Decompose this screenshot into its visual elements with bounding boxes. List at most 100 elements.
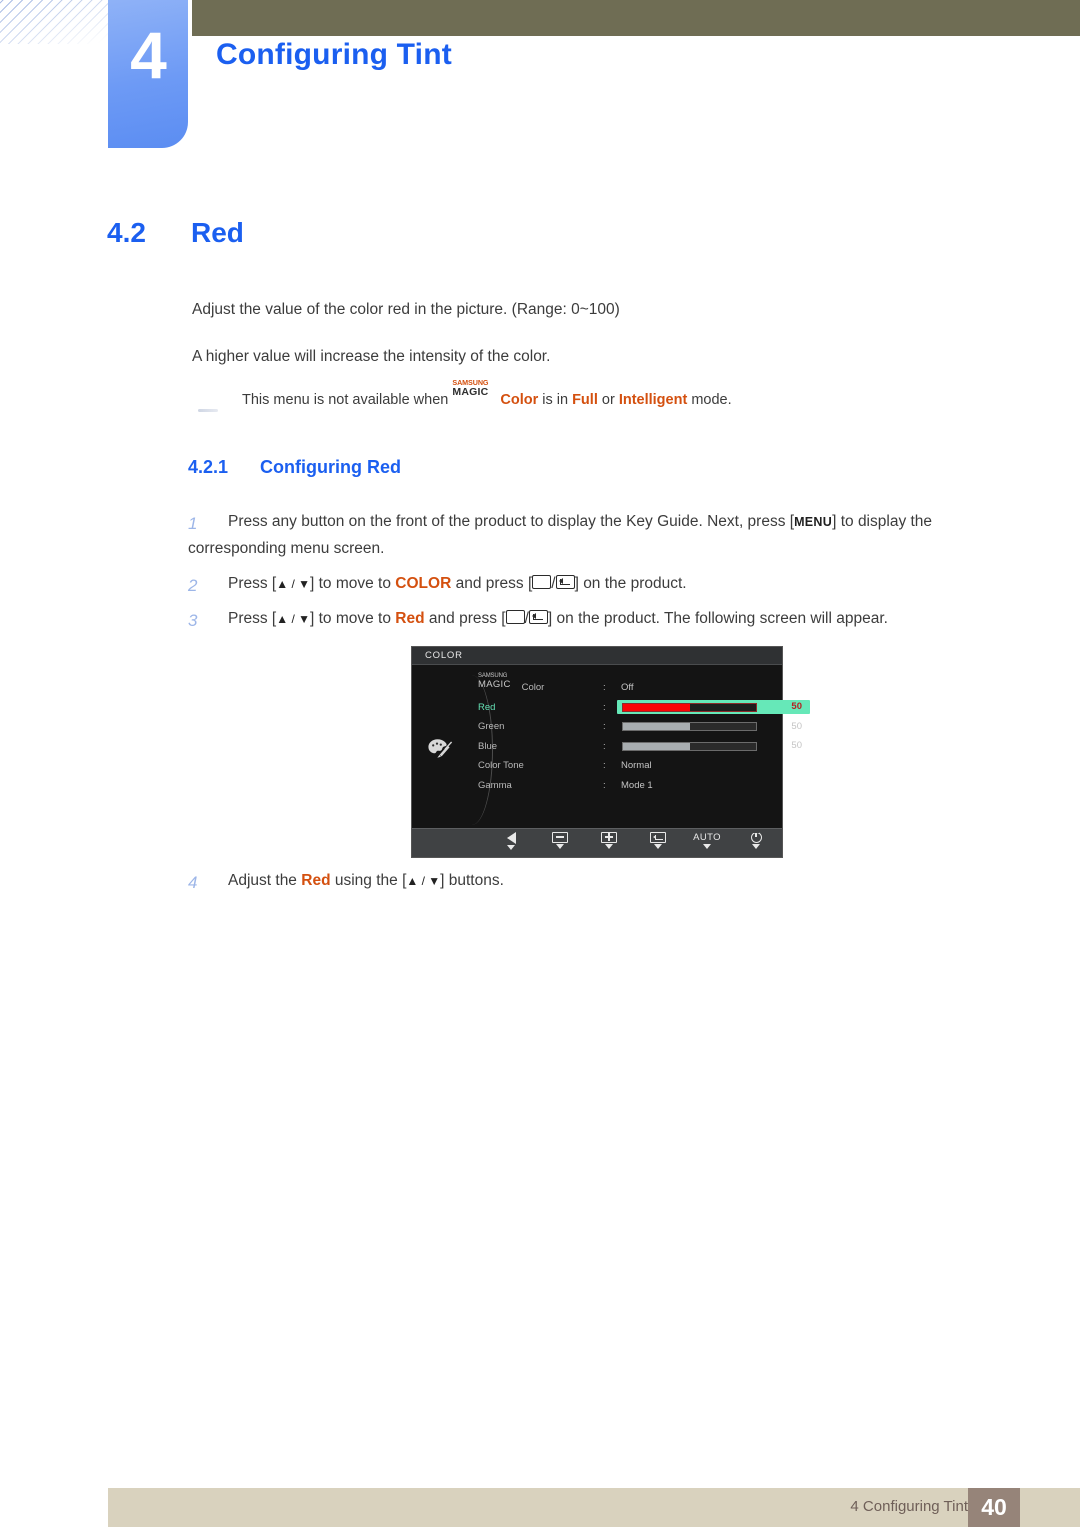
step-text: Press [▲ / ▼] to move to COLOR and press… [228,575,687,592]
section-number: 4.2 [107,217,146,248]
osd-slider-fill [623,742,690,750]
step-number: 1 [188,514,198,533]
chapter-number: 4 [130,18,167,92]
note-mode-intelligent: Intelligent [618,392,688,408]
step4-text-a: Adjust the [228,872,302,889]
osd-slider-track [622,722,757,731]
step-text: Press any button on the front of the pro… [188,513,932,557]
note-magic-color-word: Color [500,392,539,408]
step-item: 1 Press any button on the front of the p… [188,509,1018,562]
osd-row-color-tone[interactable]: Color Tone : Normal [478,756,778,776]
chevron-down-icon [654,844,662,850]
osd-slider-blue[interactable]: 50 [617,739,810,753]
osd-value-magic-color: Off [621,682,634,693]
step3-text-c: and press [ [424,610,506,627]
subsection-title: Configuring Red [260,457,401,477]
osd-row-green[interactable]: Green : 50 [478,717,802,737]
step2-highlight-color: COLOR [395,575,452,592]
osd-option-rows: SAMSUNG MAGIC Color : Off Red : 50 Green … [478,673,810,796]
power-icon [750,830,762,843]
step4-text-b: using the [ [330,872,407,889]
left-arrow-icon [506,832,516,844]
note-text-middle: is in [538,392,573,408]
minus-icon [552,832,568,843]
osd-label-color-tone: Color Tone [478,760,524,771]
note-mode-full: Full [572,392,598,408]
osd-colon: : [603,701,606,713]
osd-button-plus[interactable] [593,832,625,850]
step-item: 2 Press [▲ / ▼] to move to COLOR and pre… [188,571,1018,598]
note-block: This menu is not available when SAMSUNG M… [192,379,992,412]
osd-colon: : [603,721,606,732]
osd-slider-track [622,702,757,712]
osd-slider-green[interactable]: 50 [617,720,810,734]
step4-highlight-red: Red [301,872,331,889]
note-text-after: mode. [687,392,732,408]
auto-icon-label: AUTO [693,832,721,843]
osd-label-blue: Blue [478,740,498,752]
header-olive-bar [192,0,1080,36]
enter-key-icon [528,610,548,624]
osd-button-minus[interactable] [544,832,576,850]
osd-row-magic-color[interactable]: SAMSUNG MAGIC Color : Off [478,673,778,698]
osd-label-green: Green [478,721,505,732]
up-down-arrow-icon: ▲ / ▼ [406,874,441,888]
osd-colon: : [603,740,606,752]
osd-slider-value-blue: 50 [791,740,802,751]
step2-slash: / [551,575,556,592]
up-down-arrow-icon: ▲ / ▼ [276,577,310,591]
osd-body: SAMSUNG MAGIC Color : Off Red : 50 Green … [412,665,810,829]
step-item: 4 Adjust the Red using the [▲ / ▼] butto… [188,868,1018,895]
step-item: 3 Press [▲ / ▼] to move to Red and press… [188,606,1018,633]
step2-text-b: ] to move to [310,575,396,592]
up-down-arrow-icon: ▲ / ▼ [276,612,310,626]
osd-samsung-magic-logo: SAMSUNG MAGIC [478,673,519,690]
osd-button-left[interactable] [495,832,527,850]
osd-slider-fill [623,723,690,730]
magic-logo-bottom: MAGIC [452,386,489,398]
osd-row-gamma[interactable]: Gamma : Mode 1 [478,776,778,796]
osd-button-group: AUTO [495,830,772,850]
enter-key-icon [555,575,575,589]
step3-text-a: Press [ [228,610,277,627]
osd-row-red[interactable]: Red : 50 [478,698,810,718]
osd-slider-value-green: 50 [791,720,802,732]
step3-text-b: ] to move to [310,610,396,627]
chevron-down-icon [507,844,515,850]
osd-button-bar: AUTO [412,828,782,857]
samsung-magic-logo: SAMSUNG MAGIC [452,379,500,404]
step3-text-d: ] on the product. The following screen w… [547,610,888,627]
note-text-before: This menu is not available when [242,392,453,408]
chevron-down-icon [752,844,760,850]
osd-menu-screenshot: COLOR SAMSUNG MAGIC Color : Off Red : 50… [411,646,810,858]
step-text: Press [▲ / ▼] to move to Red and press [… [228,610,888,627]
step2-text-a: Press [ [228,575,277,592]
footer-chapter-label: 4 Configuring Tint [850,1498,968,1515]
osd-button-enter[interactable] [642,832,674,850]
osd-button-auto[interactable]: AUTO [691,832,723,849]
osd-slider-fill [623,703,690,711]
osd-magic-bottom: MAGIC [478,679,511,690]
osd-row-blue[interactable]: Blue : 50 [478,737,802,757]
menu-key-label: MENU [794,515,833,529]
osd-button-power[interactable] [740,830,772,850]
osd-colon: : [603,760,606,771]
description-paragraph-2: A higher value will increase the intensi… [192,348,551,365]
chevron-down-icon [703,844,711,849]
chevron-down-icon [556,844,564,850]
enter-icon [650,832,666,843]
color-palette-icon [426,737,454,759]
note-text-or: or [597,392,619,408]
osd-label-gamma: Gamma [478,779,512,791]
osd-label-magic-color: SAMSUNG MAGIC Color [478,673,588,698]
chevron-down-icon [605,844,613,850]
chapter-number-tab: 4 [108,0,188,148]
osd-label-red: Red [478,701,496,713]
step4-text-c: ] buttons. [440,872,504,889]
step-number: 2 [188,576,198,595]
osd-slider-red[interactable]: 50 [617,700,810,714]
step2-text-c: and press [ [451,575,533,592]
step3-highlight-red: Red [395,610,425,627]
section-title: Red [191,217,244,248]
step-number: 4 [188,873,198,892]
